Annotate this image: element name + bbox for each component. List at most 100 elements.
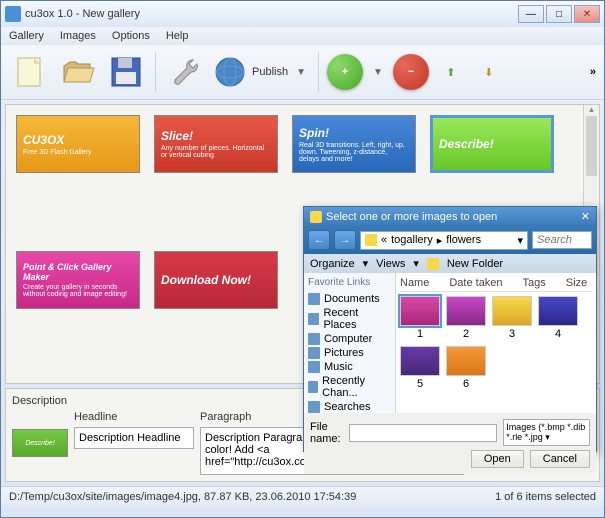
filename-input[interactable] — [349, 424, 497, 442]
documents-icon — [308, 293, 320, 305]
open-button[interactable] — [57, 51, 99, 93]
titlebar: cu3ox 1.0 - New gallery — □ ✕ — [1, 1, 604, 27]
sidebar-item-documents[interactable]: Documents — [308, 292, 391, 306]
file-thumbnails: 1 2 3 4 5 6 — [400, 296, 592, 390]
dialog-footer: File name: Images (*.bmp *.dib *.rle *.j… — [304, 413, 596, 474]
move-up-button[interactable]: ⬆ — [435, 54, 467, 90]
window-title: cu3ox 1.0 - New gallery — [25, 8, 518, 20]
file-list: Name Date taken Tags Size 1 2 3 4 5 6 — [396, 273, 596, 413]
image-thumbnail — [446, 296, 486, 326]
toolbar: Publish ▼ + ▼ − ⬆ ⬇ » — [1, 45, 604, 100]
image-thumbnail — [446, 346, 486, 376]
column-headers[interactable]: Name Date taken Tags Size — [400, 277, 592, 292]
move-down-button[interactable]: ⬇ — [473, 54, 505, 90]
image-thumbnail — [400, 346, 440, 376]
file-item[interactable]: 5 — [400, 346, 440, 390]
dialog-title: Select one or more images to open — [326, 211, 497, 223]
toolbar-overflow[interactable]: » — [590, 66, 596, 78]
filetype-combo[interactable]: Images (*.bmp *.dib *.rle *.jpg ▾ — [503, 419, 590, 446]
status-path: D:/Temp/cu3ox/site/images/image4.jpg, 87… — [9, 491, 356, 503]
dialog-close-button[interactable]: ✕ — [581, 210, 590, 223]
image-thumbnail — [538, 296, 578, 326]
settings-button[interactable] — [164, 51, 206, 93]
sidebar-item-searches[interactable]: Searches — [308, 400, 391, 413]
arrow-up-icon: ⬆ — [446, 66, 455, 79]
menubar: Gallery Images Options Help — [1, 27, 604, 45]
toolbar-separator — [318, 52, 319, 92]
headline-input[interactable] — [74, 427, 194, 449]
gallery-thumb[interactable]: Download Now! — [154, 251, 278, 309]
nav-forward-button[interactable]: → — [334, 230, 356, 250]
open-button[interactable]: Open — [471, 450, 524, 468]
dialog-icon — [310, 211, 322, 223]
menu-help[interactable]: Help — [166, 30, 189, 42]
file-item[interactable]: 3 — [492, 296, 532, 340]
image-thumbnail — [492, 296, 532, 326]
file-item[interactable]: 6 — [446, 346, 486, 390]
cancel-button[interactable]: Cancel — [530, 450, 590, 468]
views-button[interactable]: Views — [376, 258, 405, 270]
search-input[interactable] — [532, 231, 592, 249]
new-folder-button[interactable]: New Folder — [447, 258, 503, 270]
path-breadcrumb[interactable]: « togallery ▸ flowers ▾ — [360, 231, 528, 250]
recent-changed-icon — [308, 381, 318, 393]
gallery-thumb-selected[interactable]: Describe! — [430, 115, 554, 173]
dialog-titlebar: Select one or more images to open ✕ — [304, 207, 596, 226]
sidebar-item-recentchanged[interactable]: Recently Chan... — [308, 374, 391, 400]
nav-back-button[interactable]: ← — [308, 230, 330, 250]
publish-dropdown-icon[interactable]: ▼ — [292, 67, 310, 78]
folder-icon — [427, 258, 439, 270]
menu-gallery[interactable]: Gallery — [9, 30, 44, 42]
publish-label: Publish — [252, 66, 288, 78]
sidebar-item-computer[interactable]: Computer — [308, 332, 391, 346]
arrow-down-icon: ⬇ — [484, 66, 493, 79]
folder-open-icon — [60, 54, 96, 90]
remove-button[interactable]: − — [393, 54, 429, 90]
add-button[interactable]: + — [327, 54, 363, 90]
gallery-thumb[interactable]: Point & Click Gallery Maker Create your … — [16, 251, 140, 309]
floppy-disk-icon — [108, 54, 144, 90]
plus-icon: + — [342, 66, 348, 78]
description-preview: Describe! — [12, 429, 68, 457]
gallery-thumb[interactable]: Spin! Real 3D transitions. Left, right, … — [292, 115, 416, 173]
dialog-sidebar: Favorite Links Documents Recent Places C… — [304, 273, 396, 413]
menu-options[interactable]: Options — [112, 30, 150, 42]
music-icon — [308, 361, 320, 373]
window-controls: — □ ✕ — [518, 5, 600, 23]
gallery-thumb[interactable]: CU3OX Free 3D Flash Gallery — [16, 115, 140, 173]
scroll-thumb[interactable] — [586, 116, 597, 176]
publish-group[interactable]: Publish ▼ — [212, 54, 310, 90]
searches-icon — [308, 401, 320, 413]
pictures-icon — [308, 347, 320, 359]
computer-icon — [308, 333, 320, 345]
dialog-navbar: ← → « togallery ▸ flowers ▾ — [304, 226, 596, 254]
minimize-button[interactable]: — — [518, 5, 544, 23]
add-dropdown-icon[interactable]: ▼ — [369, 67, 387, 78]
close-button[interactable]: ✕ — [574, 5, 600, 23]
sidebar-item-pictures[interactable]: Pictures — [308, 346, 391, 360]
statusbar: D:/Temp/cu3ox/site/images/image4.jpg, 87… — [1, 486, 604, 507]
sidebar-heading: Favorite Links — [308, 277, 391, 288]
sidebar-item-music[interactable]: Music — [308, 360, 391, 374]
sidebar-item-recent[interactable]: Recent Places — [308, 306, 391, 332]
status-selection: 1 of 6 items selected — [495, 491, 596, 503]
headline-label: Headline — [74, 411, 194, 423]
folder-icon — [365, 234, 377, 246]
dialog-toolbar: Organize▾ Views▾ New Folder — [304, 254, 596, 273]
filename-label: File name: — [310, 421, 343, 445]
maximize-button[interactable]: □ — [546, 5, 572, 23]
file-item[interactable]: 2 — [446, 296, 486, 340]
save-button[interactable] — [105, 51, 147, 93]
file-item[interactable]: 1 — [400, 296, 440, 340]
app-icon — [5, 6, 21, 22]
new-file-icon — [12, 54, 48, 90]
file-open-dialog: Select one or more images to open ✕ ← → … — [303, 206, 597, 452]
globe-icon — [212, 54, 248, 90]
organize-button[interactable]: Organize — [310, 258, 355, 270]
file-item[interactable]: 4 — [538, 296, 578, 340]
menu-images[interactable]: Images — [60, 30, 96, 42]
scroll-up-icon[interactable]: ▲ — [584, 105, 599, 114]
new-button[interactable] — [9, 51, 51, 93]
wrench-icon — [167, 54, 203, 90]
gallery-thumb[interactable]: Slice! Any number of pieces. Horizontal … — [154, 115, 278, 173]
